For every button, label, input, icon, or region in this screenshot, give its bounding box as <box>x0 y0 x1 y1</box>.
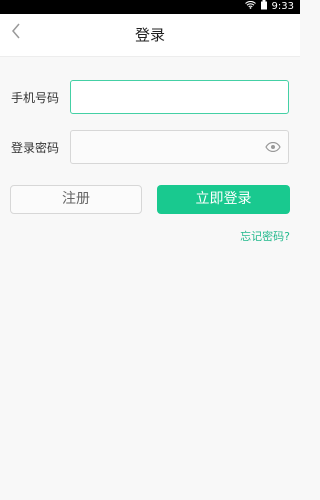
wifi-icon <box>244 0 256 14</box>
password-label: 登录密码 <box>11 141 60 155</box>
title-bar: 登录 <box>0 14 300 57</box>
phone-input[interactable] <box>70 80 289 114</box>
password-input[interactable] <box>71 131 251 163</box>
login-button[interactable]: 立即登录 <box>157 185 290 214</box>
forgot-password-link[interactable]: 忘记密码? <box>240 228 290 244</box>
phone-row: 手机号码 <box>0 80 300 116</box>
status-icons: 9:33 <box>244 0 294 15</box>
page-title: 登录 <box>134 26 165 44</box>
status-bar: 9:33 <box>0 0 300 14</box>
eye-icon[interactable] <box>264 139 282 155</box>
phone-label: 手机号码 <box>11 91 60 105</box>
password-row: 登录密码 <box>0 130 300 166</box>
action-buttons: 注册 立即登录 <box>0 185 300 214</box>
battery-icon <box>260 0 268 15</box>
status-time: 9:33 <box>271 1 294 12</box>
login-form: 手机号码 登录密码 <box>0 80 300 180</box>
register-button[interactable]: 注册 <box>10 185 142 214</box>
password-field <box>70 130 289 164</box>
